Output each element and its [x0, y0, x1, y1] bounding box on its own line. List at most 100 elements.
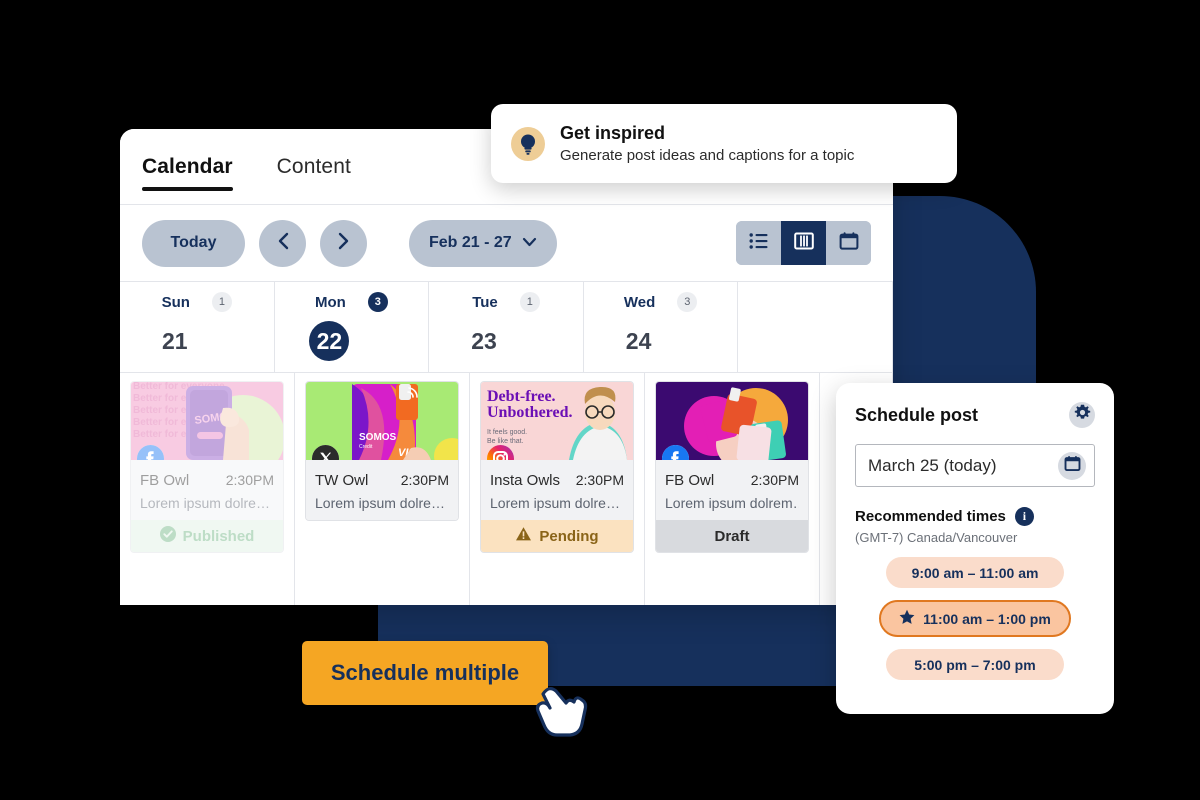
post-card[interactable]: SOMOS Credit VIS TW Owl 2:30PM Lorem ips…	[305, 381, 459, 521]
status-label: Published	[182, 527, 255, 545]
svg-text:Unbothered.: Unbothered.	[487, 404, 573, 421]
post-account-name: TW Owl	[315, 472, 369, 489]
day-column-tue[interactable]: Debt-free. Unbothered. It feels good. Be…	[470, 373, 645, 605]
post-card[interactable]: FB Owl 2:30PM Lorem ipsum dolrem… Draft	[655, 381, 809, 553]
view-month-button[interactable]	[826, 221, 871, 265]
day-column-sun[interactable]: Better for everyone Better for everyone …	[120, 373, 295, 605]
status-label: Draft	[714, 527, 750, 545]
hand-pointer-cursor-icon	[527, 676, 591, 745]
get-inspired-title: Get inspired	[560, 123, 666, 143]
day-header-mon[interactable]: Mon 3 22	[275, 282, 430, 372]
chevron-left-icon	[276, 231, 290, 256]
day-of-week-label: Tue	[472, 293, 498, 311]
day-number: 22	[309, 321, 350, 361]
svg-text:It feels good.: It feels good.	[487, 429, 527, 436]
post-count-badge: 1	[211, 292, 232, 312]
post-card-body: FB Owl 2:30PM Lorem ipsum dolrem…	[656, 460, 808, 520]
time-slot-option[interactable]: 9:00 am – 11:00 am	[886, 557, 1064, 588]
day-column-mon[interactable]: SOMOS Credit VIS TW Owl 2:30PM Lorem ips…	[295, 373, 470, 605]
calendar-grid-body: Better for everyone Better for everyone …	[120, 373, 893, 605]
day-header-thu[interactable]	[738, 282, 893, 372]
post-time: 2:30PM	[400, 472, 449, 488]
warning-triangle-icon	[515, 526, 532, 546]
star-icon	[899, 609, 915, 628]
check-circle-icon	[159, 526, 176, 546]
schedule-date-field[interactable]: March 25 (today)	[855, 444, 1095, 487]
post-time: 2:30PM	[575, 472, 624, 488]
x-twitter-icon	[312, 445, 339, 460]
calendar-icon	[1064, 455, 1081, 477]
day-header-row: Sun 1 21 Mon 3 22 Tue 1 23 Wed 3 24	[120, 282, 893, 373]
date-range-selector[interactable]: Feb 21 - 27	[409, 219, 557, 267]
time-slot-option-selected[interactable]: 11:00 am – 1:00 pm	[879, 600, 1071, 637]
recommended-times-row: Recommended times i	[855, 507, 1095, 526]
svg-text:Debt-free.: Debt-free.	[487, 388, 556, 405]
post-account-name: Insta Owls	[490, 472, 561, 489]
status-badge-pending: Pending	[481, 520, 633, 552]
post-card-body: Insta Owls 2:30PM Lorem ipsum dolre…	[481, 460, 633, 520]
day-of-week-label: Mon	[314, 293, 346, 311]
view-list-button[interactable]	[736, 221, 781, 265]
post-account-name: FB Owl	[140, 472, 190, 489]
day-header-sun[interactable]: Sun 1 21	[120, 282, 275, 372]
date-range-label: Feb 21 - 27	[429, 234, 512, 251]
schedule-post-header: Schedule post	[855, 402, 1095, 428]
schedule-post-panel: Schedule post March 25 (today) Recommend…	[836, 383, 1114, 714]
schedule-post-title: Schedule post	[855, 404, 979, 425]
post-count-badge: 3	[677, 292, 698, 312]
day-column-wed[interactable]: FB Owl 2:30PM Lorem ipsum dolrem… Draft	[645, 373, 820, 605]
time-slot-label: 5:00 pm – 7:00 pm	[914, 656, 1036, 673]
post-preview-text: Lorem ipsum dolre…	[140, 495, 270, 511]
day-number: 21	[162, 327, 188, 354]
chevron-down-icon	[522, 234, 537, 252]
tab-calendar[interactable]: Calendar	[142, 155, 233, 191]
post-thumbnail: Better for everyone Better for everyone …	[131, 382, 283, 460]
time-slot-label: 9:00 am – 11:00 am	[911, 564, 1039, 581]
schedule-date-value: March 25 (today)	[868, 455, 997, 475]
next-week-button[interactable]	[320, 219, 367, 267]
post-preview-text: Lorem ipsum dolre…	[490, 495, 620, 511]
get-inspired-subtitle: Generate post ideas and captions for a t…	[560, 147, 855, 164]
svg-text:SOMOS: SOMOS	[359, 432, 397, 443]
day-header-wed[interactable]: Wed 3 24	[584, 282, 739, 372]
day-number: 23	[471, 327, 497, 354]
day-number: 24	[625, 327, 652, 354]
tab-content[interactable]: Content	[277, 155, 351, 191]
info-icon[interactable]: i	[1014, 507, 1034, 526]
post-card-body: FB Owl 2:30PM Lorem ipsum dolre…	[131, 460, 283, 520]
status-badge-published: Published	[131, 520, 283, 552]
chevron-right-icon	[337, 231, 351, 256]
month-calendar-view-icon	[839, 231, 859, 256]
post-preview-text: Lorem ipsum dolre…	[315, 495, 445, 511]
calendar-app-window: Calendar Content Today Feb 21 - 27 Sun 1…	[120, 129, 893, 605]
get-inspired-card[interactable]: Get inspired Generate post ideas and cap…	[491, 104, 957, 183]
column-view-icon	[793, 231, 814, 256]
post-card-body: TW Owl 2:30PM Lorem ipsum dolre…	[306, 460, 458, 520]
facebook-icon	[662, 445, 689, 460]
post-preview-text: Lorem ipsum dolrem…	[665, 495, 799, 511]
gear-icon	[1074, 404, 1091, 426]
day-header-tue[interactable]: Tue 1 23	[429, 282, 584, 372]
lightbulb-icon	[511, 126, 545, 161]
day-of-week-label: Wed	[623, 293, 656, 311]
day-of-week-label: Sun	[161, 293, 190, 311]
view-columns-button[interactable]	[781, 221, 826, 265]
time-slot-option[interactable]: 5:00 pm – 7:00 pm	[886, 649, 1064, 680]
post-card[interactable]: Better for everyone Better for everyone …	[130, 381, 284, 553]
instagram-icon	[487, 445, 514, 460]
post-count-badge: 3	[367, 292, 388, 312]
timezone-label: (GMT-7) Canada/Vancouver	[855, 530, 1018, 545]
post-thumbnail: SOMOS Credit VIS	[306, 382, 458, 460]
date-picker-button[interactable]	[1058, 451, 1086, 480]
svg-text:Credit: Credit	[359, 444, 373, 450]
recommended-times-label: Recommended times	[855, 508, 1006, 525]
previous-week-button[interactable]	[259, 219, 306, 267]
schedule-multiple-button[interactable]: Schedule multiple	[302, 641, 548, 705]
post-count-badge: 1	[519, 292, 540, 312]
post-card[interactable]: Debt-free. Unbothered. It feels good. Be…	[480, 381, 634, 553]
today-button[interactable]: Today	[142, 219, 245, 267]
svg-text:Be like that.: Be like that.	[487, 438, 524, 445]
settings-button[interactable]	[1069, 402, 1095, 428]
status-badge-draft: Draft	[656, 520, 808, 552]
post-time: 2:30PM	[750, 472, 799, 488]
